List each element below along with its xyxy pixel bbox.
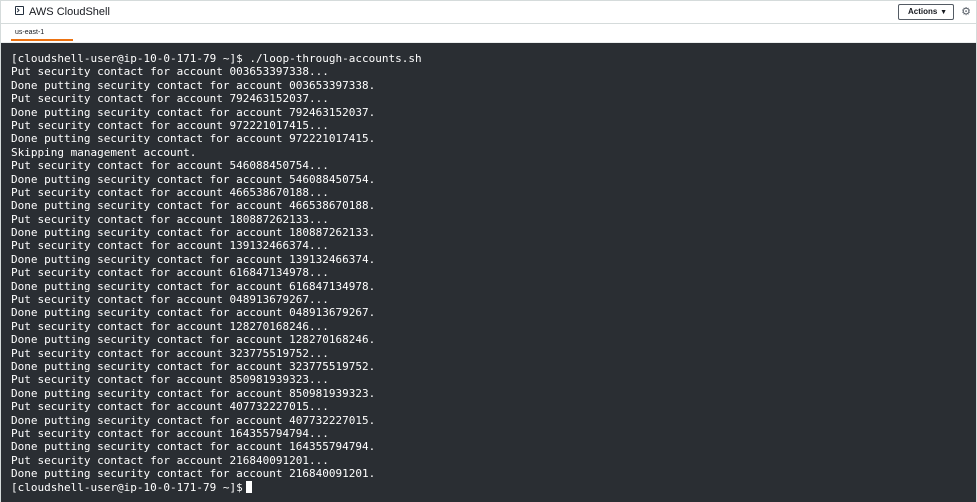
title-bar: AWS CloudShell Actions ▼ ⚙ [1, 1, 976, 24]
terminal-icon [15, 6, 24, 15]
terminal-line: Done putting security contact for accoun… [11, 413, 376, 427]
tab-bar: us-east-1 [1, 24, 976, 43]
terminal-line: [cloudshell-user@ip-10-0-171-79 ~]$ ./lo… [11, 52, 422, 65]
terminal-line: Put security contact for account 1282701… [11, 319, 329, 333]
terminal-line: Done putting security contact for accoun… [11, 252, 376, 266]
terminal-line: Done putting security contact for accoun… [11, 172, 376, 186]
terminal-line: Put security contact for account 3237755… [11, 346, 329, 360]
terminal-line: Done putting security contact for accoun… [11, 78, 376, 92]
gear-icon[interactable]: ⚙ [960, 6, 972, 18]
terminal-prompt-line[interactable]: [cloudshell-user@ip-10-0-171-79 ~]$ [11, 480, 976, 494]
terminal-line: Put security contact for account 4665386… [11, 185, 329, 199]
terminal-line: Skipping management account. [11, 145, 197, 159]
terminal-line: Put security contact for account 5460884… [11, 159, 329, 173]
terminal-line: Put security contact for account 0036533… [11, 65, 329, 79]
terminal-line: Put security contact for account 8509819… [11, 373, 329, 387]
terminal-line: Put security contact for account 7924631… [11, 92, 329, 106]
terminal-line: Done putting security contact for accoun… [11, 359, 376, 373]
terminal-line: Put security contact for account 4077322… [11, 400, 329, 414]
cloudshell-window: AWS CloudShell Actions ▼ ⚙ us-east-1 [cl… [0, 0, 977, 502]
terminal-line: Put security contact for account 1643557… [11, 426, 329, 440]
terminal-line: Put security contact for account 9722210… [11, 118, 329, 132]
app-title: AWS CloudShell [29, 6, 110, 18]
actions-button-label: Actions [908, 7, 938, 16]
terminal-line: Put security contact for account 6168471… [11, 266, 329, 280]
terminal-line: Done putting security contact for accoun… [11, 440, 376, 454]
terminal-prompt: [cloudshell-user@ip-10-0-171-79 ~]$ [11, 480, 243, 494]
terminal-line: Put security contact for account 0489136… [11, 293, 329, 307]
terminal-line: Done putting security contact for accoun… [11, 279, 376, 293]
terminal[interactable]: [cloudshell-user@ip-10-0-171-79 ~]$ ./lo… [1, 43, 976, 502]
terminal-line: Done putting security contact for accoun… [11, 132, 376, 146]
terminal-line: Done putting security contact for accoun… [11, 199, 376, 213]
terminal-line: Done putting security contact for accoun… [11, 386, 376, 400]
terminal-line: Done putting security contact for accoun… [11, 467, 376, 481]
terminal-cursor [245, 480, 252, 493]
terminal-line: Put security contact for account 1808872… [11, 212, 329, 226]
terminal-line: Put security contact for account 1391324… [11, 239, 329, 253]
terminal-output: [cloudshell-user@ip-10-0-171-79 ~]$ ./lo… [11, 52, 976, 481]
terminal-line: Done putting security contact for accoun… [11, 306, 376, 320]
actions-button[interactable]: Actions ▼ [898, 4, 954, 20]
tab-us-east-1[interactable]: us-east-1 [11, 24, 73, 41]
terminal-line: Done putting security contact for accoun… [11, 226, 376, 240]
terminal-line: Done putting security contact for accoun… [11, 333, 376, 347]
terminal-line: Done putting security contact for accoun… [11, 105, 376, 119]
chevron-down-icon: ▼ [940, 9, 947, 16]
terminal-line: Put security contact for account 2168400… [11, 453, 329, 467]
